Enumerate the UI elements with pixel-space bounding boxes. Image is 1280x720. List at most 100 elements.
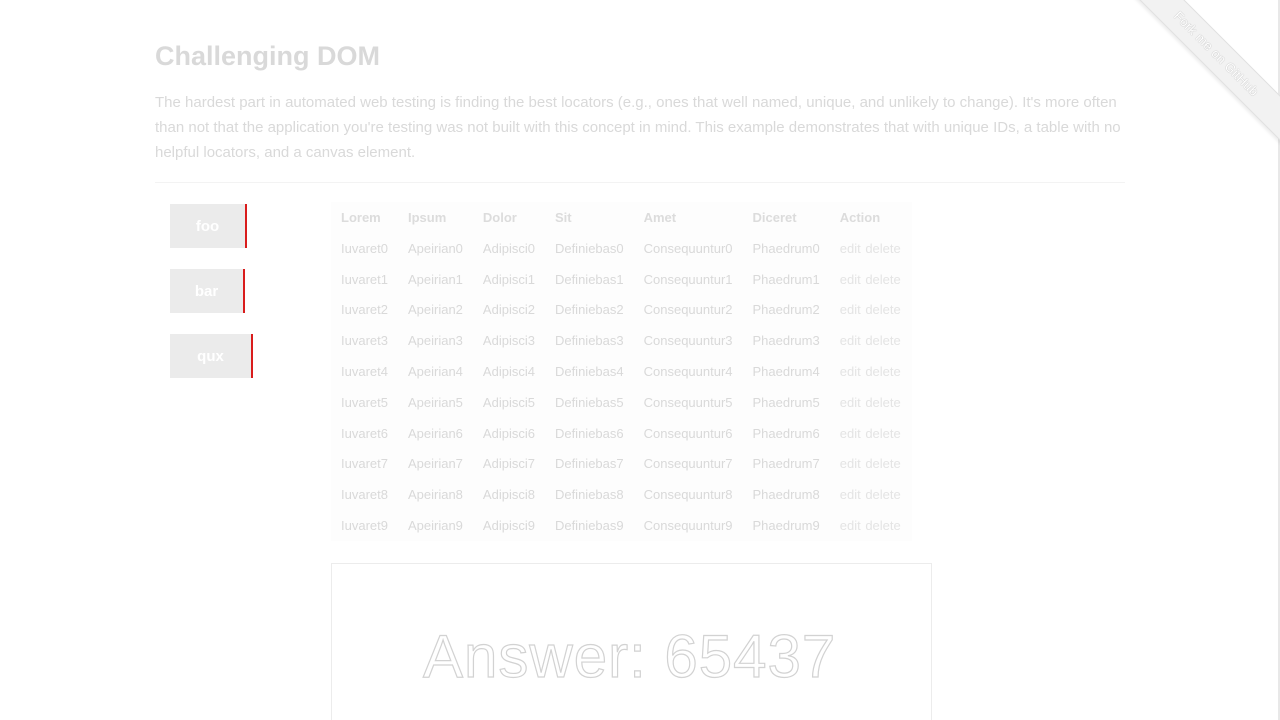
edit-link[interactable]: edit (840, 333, 861, 348)
table-cell: Consequuntur3 (643, 333, 733, 349)
canvas-drawing: Answer: 65437 (422, 622, 836, 690)
table-row: Iuvaret7 Apeirian7 Adipisci7 Definiebas7 Con… (331, 449, 912, 480)
table-row: Iuvaret4 Apeirian4 Adipisci4 Definiebas4 Con… (331, 356, 912, 387)
action-cell: edit delete (830, 295, 912, 326)
delete-link[interactable]: delete (865, 364, 900, 379)
table-cell: Apeirian4 (407, 364, 463, 380)
table-cell: Consequuntur4 (643, 364, 733, 380)
answer-prefix: Answer: (423, 623, 664, 690)
edit-link[interactable]: edit (840, 487, 861, 502)
divider (155, 182, 1125, 183)
delete-link[interactable]: delete (865, 302, 900, 317)
table-cell: Definiebas6 (554, 425, 624, 441)
fork-me-link[interactable]: Fork me on GitHub (1130, 0, 1280, 144)
edit-link[interactable]: edit (840, 272, 861, 287)
action-cell: edit delete (830, 449, 912, 480)
table-row: Iuvaret3 Apeirian3 Adipisci3 Definiebas3 Con… (331, 325, 912, 356)
page: Fork me on GitHub Challenging DOM The ha… (0, 0, 1280, 720)
column-header: Sit (554, 210, 572, 225)
table-cell: Apeirian3 (407, 333, 463, 349)
column-header: Ipsum (407, 210, 447, 225)
table-cell: Phaedrum7 (752, 456, 820, 472)
action-cell: edit delete (830, 510, 912, 541)
delete-link[interactable]: delete (865, 241, 900, 256)
table-cell: Consequuntur2 (643, 302, 733, 318)
table-cell: Phaedrum4 (752, 364, 820, 380)
edit-link[interactable]: edit (840, 426, 861, 441)
table-cell: Iuvaret0 (341, 240, 388, 256)
table-cell: Consequuntur8 (643, 487, 733, 503)
button-bar[interactable]: bar (170, 269, 245, 313)
table-cell: Iuvaret3 (341, 333, 388, 349)
table-cell: Phaedrum8 (752, 487, 820, 503)
table-cell: Consequuntur6 (643, 425, 733, 441)
delete-link[interactable]: delete (865, 333, 900, 348)
edit-link[interactable]: edit (840, 241, 861, 256)
table-cell: Adipisci2 (482, 302, 535, 318)
action-cell: edit delete (830, 356, 912, 387)
table-cell: Iuvaret6 (341, 425, 388, 441)
table-row: Iuvaret8 Apeirian8 Adipisci8 Definiebas8 Con… (331, 479, 912, 510)
table-cell: Apeirian6 (407, 425, 463, 441)
edit-link[interactable]: edit (840, 302, 861, 317)
table-row: Iuvaret5 Apeirian5 Adipisci5 Definiebas5 Con… (331, 387, 912, 418)
table-cell: Phaedrum1 (752, 271, 820, 287)
table-cell: Definiebas5 (554, 394, 624, 410)
table-cell: Apeirian8 (407, 487, 463, 503)
table-cell: Adipisci6 (482, 425, 535, 441)
table-cell: Phaedrum9 (752, 518, 820, 534)
table-cell: Consequuntur9 (643, 518, 733, 534)
delete-link[interactable]: delete (865, 487, 900, 502)
edit-link[interactable]: edit (840, 364, 861, 379)
edit-link[interactable]: edit (840, 456, 861, 471)
delete-link[interactable]: delete (865, 272, 900, 287)
fork-ribbon: Fork me on GitHub (1130, 0, 1280, 150)
edit-link[interactable]: edit (840, 518, 861, 533)
data-table: Lorem Ipsum Dolor Sit Amet Diceret Actio… (331, 202, 912, 541)
table-cell: Iuvaret5 (341, 394, 388, 410)
table-cell: Definiebas2 (554, 302, 624, 318)
button-label: qux (197, 347, 224, 365)
delete-link[interactable]: delete (865, 395, 900, 410)
table-header-row: Lorem Ipsum Dolor Sit Amet Diceret Actio… (331, 202, 912, 233)
table-cell: Adipisci7 (482, 456, 535, 472)
table-cell: Adipisci8 (482, 487, 535, 503)
table-cell: Iuvaret1 (341, 271, 388, 287)
page-intro: The hardest part in automated web testin… (155, 94, 1121, 161)
column-header: Lorem (341, 210, 381, 225)
column-header: Dolor (482, 210, 517, 225)
table-cell: Iuvaret9 (341, 518, 388, 534)
action-cell: edit delete (830, 325, 912, 356)
column-header: Action (839, 210, 881, 225)
table-cell: Iuvaret2 (341, 302, 388, 318)
delete-link[interactable]: delete (865, 456, 900, 471)
action-cell: edit delete (830, 264, 912, 295)
table-cell: Phaedrum5 (752, 394, 820, 410)
table-row: Iuvaret6 Apeirian6 Adipisci6 Definiebas6 Con… (331, 418, 912, 449)
table-cell: Apeirian1 (407, 271, 463, 287)
table-cell: Adipisci5 (482, 394, 535, 410)
table-cell: Phaedrum6 (752, 425, 820, 441)
table-cell: Definiebas1 (554, 271, 624, 287)
action-cell: edit delete (830, 233, 912, 264)
answer-text: Answer: 65437 (423, 623, 836, 690)
table-cell: Definiebas0 (554, 240, 624, 256)
table-cell: Apeirian7 (407, 456, 463, 472)
table-cell: Adipisci9 (482, 518, 535, 534)
table-cell: Definiebas7 (554, 456, 624, 472)
action-cell: edit delete (830, 418, 912, 449)
button-foo[interactable]: foo (170, 204, 247, 248)
table-body: Iuvaret0 Apeirian0 Adipisci0 Definiebas0 Con… (331, 233, 912, 541)
delete-link[interactable]: delete (865, 426, 900, 441)
button-qux[interactable]: qux (170, 334, 253, 378)
page-title: Challenging DOM (155, 41, 380, 71)
table-cell: Definiebas8 (554, 487, 624, 503)
table-cell: Definiebas4 (554, 364, 624, 380)
edit-link[interactable]: edit (840, 395, 861, 410)
table-cell: Definiebas3 (554, 333, 624, 349)
column-header: Amet (643, 210, 677, 225)
table-row: Iuvaret2 Apeirian2 Adipisci2 Definiebas2 Con… (331, 295, 912, 326)
delete-link[interactable]: delete (865, 518, 900, 533)
answer-canvas: Answer: 65437 (331, 563, 932, 720)
button-label: foo (195, 217, 220, 235)
